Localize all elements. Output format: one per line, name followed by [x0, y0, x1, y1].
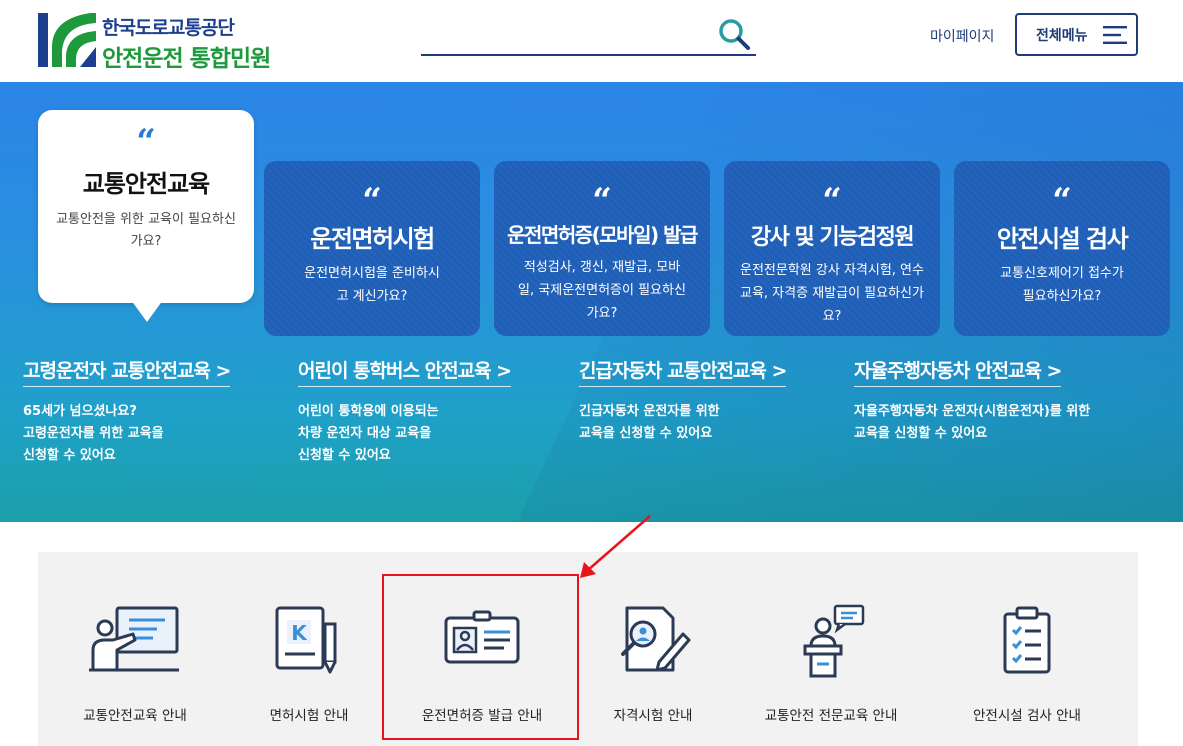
card-instructor[interactable]: “ 강사 및 기능검정원 운전전문학원 강사 자격시험, 연수교육, 자격증 재…: [724, 161, 940, 336]
svg-text:K: K: [291, 621, 308, 645]
link-senior-driver: 고령운전자 교통안전교육 > 65세가 넘으셨나요? 고령운전자를 위한 교육을…: [23, 356, 232, 467]
all-menu-button[interactable]: 전체메뉴: [1015, 13, 1138, 56]
intro-speech-bubble[interactable]: “ 교통안전교육 교통안전을 위한 교육이 필요하신가요?: [38, 110, 254, 303]
card-title: 운전면허시험: [310, 225, 435, 253]
link-title[interactable]: 긴급자동차 교통안전교육 >: [579, 356, 788, 387]
all-menu-label: 전체메뉴: [1036, 27, 1088, 44]
card-safety-facility[interactable]: “ 안전시설 검사 교통신호제어기 접수가 필요하신가요?: [954, 161, 1170, 336]
link-desc: 어린이 통학용에 이용되는 차량 운전자 대상 교육을 신청할 수 있어요: [298, 404, 439, 463]
service-label: 면허시험 안내: [269, 708, 349, 724]
card-title: 강사 및 기능검정원: [750, 225, 915, 250]
hamburger-menu-icon: [1103, 26, 1127, 44]
card-license-issue[interactable]: “ 운전면허증(모바일) 발급 적성검사, 갱신, 재발급, 모바일, 국제운전…: [494, 161, 710, 336]
service-safety-facility-inspection[interactable]: 안전시설 검사 안내: [942, 552, 1112, 746]
quote-icon: “: [136, 122, 156, 162]
link-title[interactable]: 고령운전자 교통안전교육 >: [23, 356, 232, 387]
lecturer-podium-icon: [803, 604, 865, 678]
card-desc: 운전전문학원 강사 자격시험, 연수교육, 자격증 재발급이 필요하신가요?: [740, 263, 924, 324]
chevron-right-icon: >: [496, 360, 512, 382]
speech-bubble-tail: [131, 300, 163, 322]
koroad-logo-icon: [38, 13, 96, 67]
document-magnifier-icon: [621, 606, 691, 672]
card-title: 운전면허증(모바일) 발급: [507, 223, 698, 247]
service-license-test[interactable]: K 면허시험 안내: [224, 552, 394, 746]
site-title: 안전운전 통합민원: [102, 46, 271, 72]
annotation-highlight-box: [382, 574, 579, 740]
checklist-clipboard-icon: [1003, 606, 1051, 674]
license-book-pencil-icon: K: [275, 606, 337, 674]
site-header: 한국도로교통공단 안전운전 통합민원 마이페이지 전체메뉴: [0, 0, 1183, 82]
quote-icon: “: [1052, 181, 1072, 221]
annotation-arrow-icon: [580, 515, 651, 578]
quote-icon: “: [822, 181, 842, 221]
link-school-bus: 어린이 통학버스 안전교육 > 어린이 통학용에 이용되는 차량 운전자 대상 …: [298, 356, 512, 467]
link-desc: 65세가 넘으셨나요? 고령운전자를 위한 교육을 신청할 수 있어요: [23, 404, 164, 463]
site-logo[interactable]: 한국도로교통공단 안전운전 통합민원: [38, 11, 298, 72]
chevron-right-icon: >: [771, 360, 788, 382]
link-title[interactable]: 어린이 통학버스 안전교육 >: [298, 356, 512, 387]
quote-icon: “: [362, 181, 382, 221]
hero-banner: “ 교통안전교육 교통안전을 위한 교육이 필요하신가요? “ 운전면허시험 운…: [0, 82, 1183, 522]
service-traffic-education[interactable]: 교통안전교육 안내: [50, 552, 220, 746]
service-label: 교통안전 전문교육 안내: [764, 708, 898, 724]
card-desc: 적성검사, 갱신, 재발급, 모바일, 국제운전면허증이 필요하신가요?: [518, 260, 686, 321]
card-title: 안전시설 검사: [996, 225, 1129, 253]
card-desc: 운전면허시험을 준비하시고 계신가요?: [304, 266, 440, 304]
card-desc: 교통신호제어기 접수가 필요하신가요?: [1000, 266, 1124, 304]
link-emergency-vehicle: 긴급자동차 교통안전교육 > 긴급자동차 운전자를 위한 교육을 신청할 수 있…: [579, 356, 788, 445]
intro-title: 교통안전교육: [82, 170, 210, 198]
chevron-right-icon: >: [1046, 360, 1063, 382]
search-input[interactable]: [421, 12, 711, 52]
org-name: 한국도로교통공단: [102, 17, 235, 39]
link-desc: 자율주행자동차 운전자(시험운전자)를 위한 교육을 신청할 수 있어요: [854, 404, 1091, 441]
service-label: 자격시험 안내: [613, 708, 693, 724]
service-label: 교통안전교육 안내: [83, 708, 187, 724]
chevron-right-icon: >: [215, 360, 232, 382]
link-title[interactable]: 자율주행자동차 안전교육 >: [854, 356, 1063, 387]
link-autonomous-vehicle: 자율주행자동차 안전교육 > 자율주행자동차 운전자(시험운전자)를 위한 교육…: [854, 356, 1090, 445]
teacher-board-icon: [89, 606, 179, 672]
card-license-test[interactable]: “ 운전면허시험 운전면허시험을 준비하시고 계신가요?: [264, 161, 480, 336]
intro-desc: 교통안전을 위한 교육이 필요하신가요?: [56, 212, 236, 249]
quote-icon: “: [592, 181, 612, 221]
mypage-link[interactable]: 마이페이지: [930, 26, 994, 46]
search-icon[interactable]: [716, 16, 752, 52]
service-label: 안전시설 검사 안내: [973, 708, 1081, 724]
search-bar: [421, 12, 756, 56]
link-desc: 긴급자동차 운전자를 위한 교육을 신청할 수 있어요: [579, 404, 720, 441]
service-professional-education[interactable]: 교통안전 전문교육 안내: [746, 552, 916, 746]
